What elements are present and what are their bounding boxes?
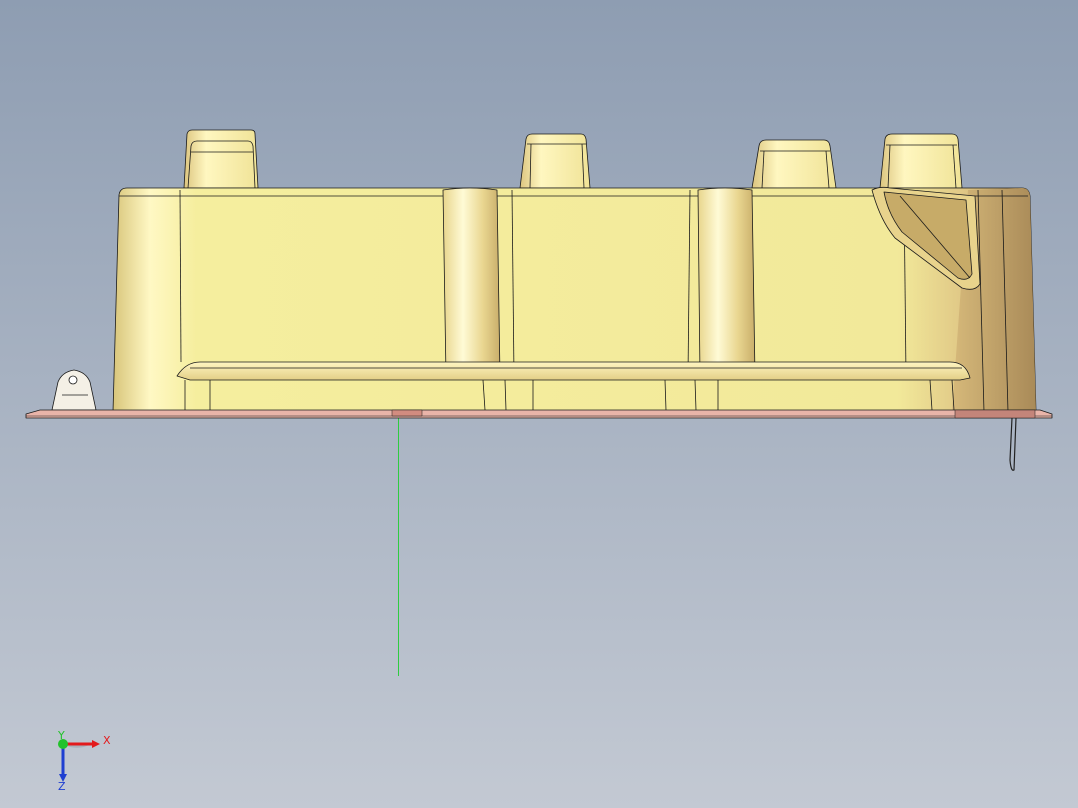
boss-3[interactable] <box>751 139 837 189</box>
z-axis-label: Z <box>58 780 66 793</box>
x-axis-label: X <box>103 734 111 747</box>
boss-2[interactable] <box>519 133 591 189</box>
boss-1[interactable] <box>183 129 259 189</box>
bottom-flange[interactable] <box>25 409 1053 419</box>
y-axis-label: Y <box>57 729 65 742</box>
boss-4[interactable] <box>879 133 963 189</box>
rib-1[interactable] <box>442 187 501 377</box>
rib-2[interactable] <box>697 187 756 377</box>
viewport-canvas[interactable]: X Y Z <box>0 0 1078 808</box>
cad-graphics-viewport[interactable]: X Y Z <box>0 0 1078 808</box>
